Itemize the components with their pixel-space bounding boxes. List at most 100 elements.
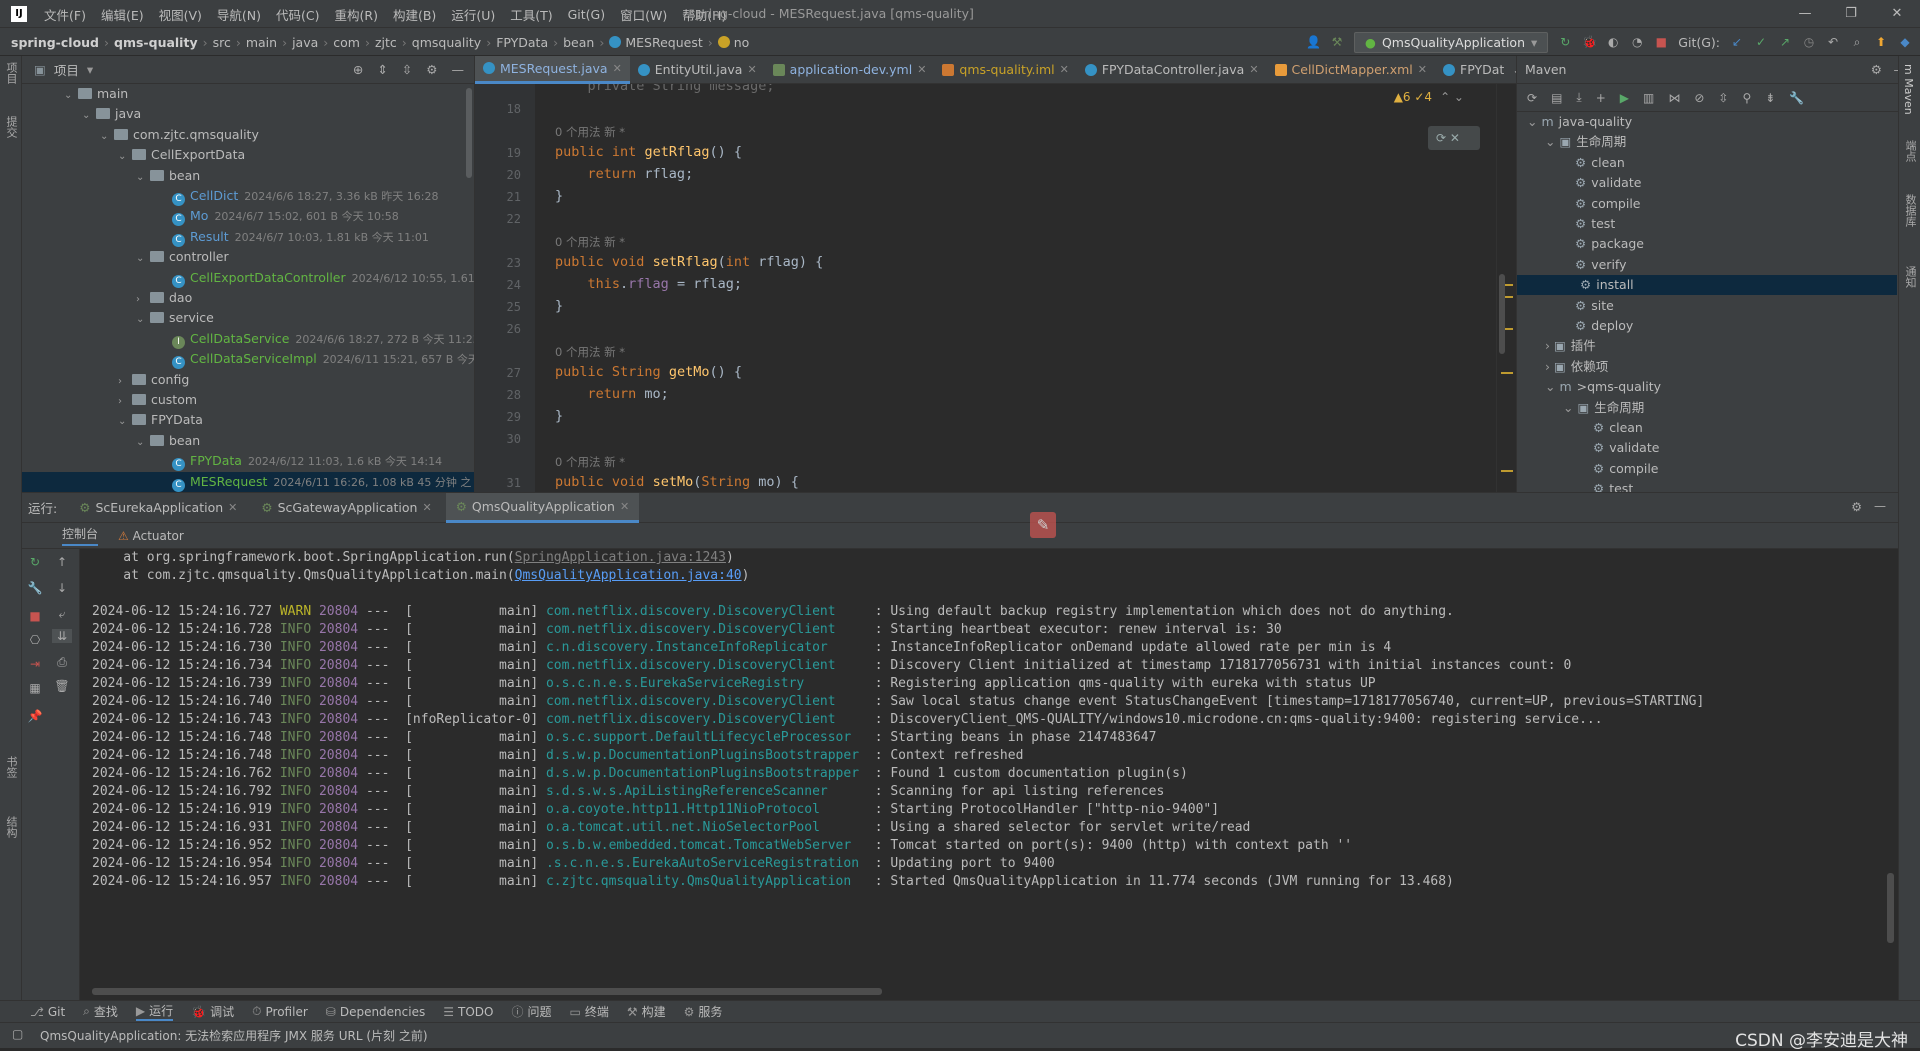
maven-tree-item[interactable]: ⌄ mjava-quality bbox=[1527, 112, 1632, 132]
chevron-down-icon[interactable]: ⌄ bbox=[64, 86, 78, 106]
editor-tab[interactable]: application-dev.yml✕ bbox=[765, 56, 935, 84]
collapse-all-icon[interactable]: ⇳ bbox=[402, 62, 412, 77]
menu-item[interactable]: 视图(V) bbox=[159, 5, 202, 24]
wrench-icon[interactable]: 🔧 bbox=[1789, 91, 1804, 105]
endpoints-tool-tab[interactable]: 端点 bbox=[1902, 140, 1918, 162]
search-icon[interactable]: ⌕ bbox=[1850, 35, 1864, 49]
console-output[interactable]: at org.springframework.boot.SpringApplic… bbox=[80, 549, 1898, 1001]
tool-window-button[interactable]: ⛁Dependencies bbox=[326, 1005, 425, 1019]
project-tool-tab[interactable]: 项目 bbox=[3, 62, 19, 84]
pin-icon[interactable]: 📌 bbox=[25, 709, 45, 723]
toggle-offline-icon[interactable]: ⋈ bbox=[1668, 91, 1680, 105]
tree-folder[interactable]: ⌄java bbox=[82, 104, 141, 124]
source-link[interactable]: SpringApplication.java:1243 bbox=[515, 550, 726, 565]
chevron-down-icon[interactable]: ⌄ bbox=[1545, 134, 1559, 149]
tree-folder[interactable]: ›dao bbox=[136, 288, 192, 308]
tool-window-button[interactable]: ⏱Profiler bbox=[252, 1004, 308, 1019]
menu-item[interactable]: 代码(C) bbox=[276, 5, 319, 24]
editor-tab[interactable]: FPYDat bbox=[1435, 56, 1512, 84]
maven-tree-item[interactable]: ⚙clean bbox=[1575, 153, 1625, 173]
git-push-icon[interactable]: ↗ bbox=[1778, 35, 1792, 49]
tree-file[interactable]: CResult2024/6/7 10:03, 1.81 kB 今天 11:01 bbox=[172, 227, 429, 247]
close-tab-icon[interactable]: ✕ bbox=[620, 500, 629, 513]
build-hammer-icon[interactable]: ⚒ bbox=[1330, 35, 1344, 49]
close-tab-icon[interactable]: ✕ bbox=[613, 62, 622, 75]
rerun-icon[interactable]: ↻ bbox=[1558, 35, 1572, 49]
code-area[interactable]: private String message;0 个用法 新 *public i… bbox=[555, 84, 1495, 492]
tree-folder[interactable]: ⌄service bbox=[136, 308, 214, 328]
tree-file[interactable]: CCellExportDataController2024/6/12 10:55… bbox=[172, 268, 474, 288]
chevron-down-icon[interactable]: ⌄ bbox=[136, 168, 150, 188]
chevron-right-icon[interactable]: › bbox=[118, 372, 132, 392]
breadcrumb-item[interactable]: src bbox=[213, 35, 231, 50]
rerun-icon[interactable]: ↻ bbox=[25, 555, 45, 569]
chevron-down-icon[interactable]: ⌄ bbox=[118, 147, 132, 167]
menu-item[interactable]: 编辑(E) bbox=[101, 5, 144, 24]
chevron-down-icon[interactable]: ⌄ bbox=[136, 433, 150, 453]
close-tab-icon[interactable]: ✕ bbox=[1418, 63, 1427, 76]
tool-window-button[interactable]: ⚒构建 bbox=[627, 1003, 666, 1020]
chevron-down-icon[interactable]: ⌄ bbox=[118, 412, 132, 432]
database-tool-tab[interactable]: 数据库 bbox=[1902, 194, 1918, 227]
collapse-icon[interactable]: ⇳ bbox=[1718, 91, 1728, 105]
floating-badge-icon[interactable]: ✎ bbox=[1030, 512, 1056, 538]
scroll-up-icon[interactable]: ↑ bbox=[52, 555, 72, 569]
menu-item[interactable]: 构建(B) bbox=[393, 5, 436, 24]
history-icon[interactable]: ◷ bbox=[1802, 35, 1816, 49]
chevron-down-icon[interactable]: ▾ bbox=[87, 62, 93, 77]
run-tab[interactable]: ⚙ScEurekaApplication✕ bbox=[69, 493, 247, 523]
tree-folder[interactable]: ›custom bbox=[118, 390, 197, 410]
tree-file[interactable]: ICellDataService2024/6/6 18:27, 272 B 今天… bbox=[172, 329, 474, 349]
print-icon[interactable]: ⎙ bbox=[52, 655, 72, 670]
skip-tests-icon[interactable]: ⊘ bbox=[1694, 91, 1704, 105]
tree-folder[interactable]: ›config bbox=[118, 370, 189, 390]
tool-window-button[interactable]: ▶运行 bbox=[136, 1002, 173, 1021]
wrench-icon[interactable]: 🔧 bbox=[25, 581, 45, 595]
breadcrumb-item[interactable]: MESRequest bbox=[625, 35, 702, 50]
tree-folder[interactable]: ⌄controller bbox=[136, 247, 229, 267]
expand-all-icon[interactable]: ⇕ bbox=[377, 62, 387, 77]
scroll-down-icon[interactable]: ↓ bbox=[52, 581, 72, 595]
clear-all-icon[interactable]: 🗑 bbox=[52, 679, 72, 693]
tree-folder[interactable]: ⌄bean bbox=[136, 431, 200, 451]
editor-tab[interactable]: MESRequest.java✕ bbox=[475, 56, 630, 84]
stop-icon[interactable]: ■ bbox=[1654, 35, 1668, 49]
breadcrumb-item[interactable]: no bbox=[734, 35, 750, 50]
tree-folder[interactable]: ⌄main bbox=[64, 84, 128, 104]
menu-item[interactable]: 导航(N) bbox=[217, 5, 261, 24]
menu-item[interactable]: Git(G) bbox=[568, 7, 606, 22]
maven-tree-item[interactable]: ⚙install bbox=[1517, 275, 1897, 295]
bookmarks-tool-tab[interactable]: 书签 bbox=[3, 756, 19, 778]
git-commit-icon[interactable]: ✓ bbox=[1754, 35, 1768, 49]
settings-gear-icon[interactable]: ⚙ bbox=[1851, 500, 1862, 514]
stop-icon[interactable]: ■ bbox=[25, 609, 45, 623]
update-icon[interactable]: ⬆ bbox=[1874, 35, 1888, 49]
breadcrumb-item[interactable]: java bbox=[292, 35, 318, 50]
tree-folder[interactable]: ⌄FPYData bbox=[118, 410, 203, 430]
maven-tree-item[interactable]: ⌄ ▣生命周期 bbox=[1545, 132, 1626, 152]
tool-window-button[interactable]: ☰TODO bbox=[443, 1005, 493, 1019]
console-hscrollbar[interactable] bbox=[92, 988, 882, 995]
breadcrumb-item[interactable]: bean bbox=[563, 35, 594, 50]
tree-folder[interactable]: ⌄CellExportData bbox=[118, 145, 245, 165]
tree-file[interactable]: CMESRequest2024/6/11 16:26, 1.08 kB 45 分… bbox=[22, 472, 474, 492]
close-tab-icon[interactable]: ✕ bbox=[228, 501, 237, 514]
usage-hint[interactable]: 0 个用法 新 * bbox=[555, 454, 625, 470]
chevron-down-icon[interactable]: ⌄ bbox=[1527, 114, 1541, 129]
settings-gear-icon[interactable]: ⚙ bbox=[426, 62, 437, 77]
chevron-right-icon[interactable]: › bbox=[136, 290, 150, 310]
maven-tree-item[interactable]: ⚙test bbox=[1593, 479, 1633, 492]
usage-hint[interactable]: 0 个用法 新 * bbox=[555, 234, 625, 250]
maven-tree-item[interactable]: ⚙compile bbox=[1593, 459, 1659, 479]
close-tab-icon[interactable]: ✕ bbox=[1060, 63, 1069, 76]
tree-folder[interactable]: ⌄com.zjtc.qmsquality bbox=[100, 125, 259, 145]
soft-wrap-icon[interactable]: ⤶ bbox=[52, 607, 72, 622]
maven-tree-item[interactable]: ⌄ ▣生命周期 bbox=[1563, 398, 1644, 418]
tree-file[interactable]: CCellDict2024/6/6 18:27, 3.36 kB 昨天 16:2… bbox=[172, 186, 438, 206]
menu-item[interactable]: 窗口(W) bbox=[620, 5, 667, 24]
tree-folder[interactable]: ⌄bean bbox=[136, 166, 200, 186]
maven-tool-tab[interactable]: m Maven bbox=[1902, 64, 1915, 115]
chevron-right-icon[interactable]: › bbox=[1545, 338, 1554, 353]
restore-icon[interactable]: ❐ bbox=[1828, 0, 1874, 28]
usage-hint[interactable]: 0 个用法 新 * bbox=[555, 344, 625, 360]
